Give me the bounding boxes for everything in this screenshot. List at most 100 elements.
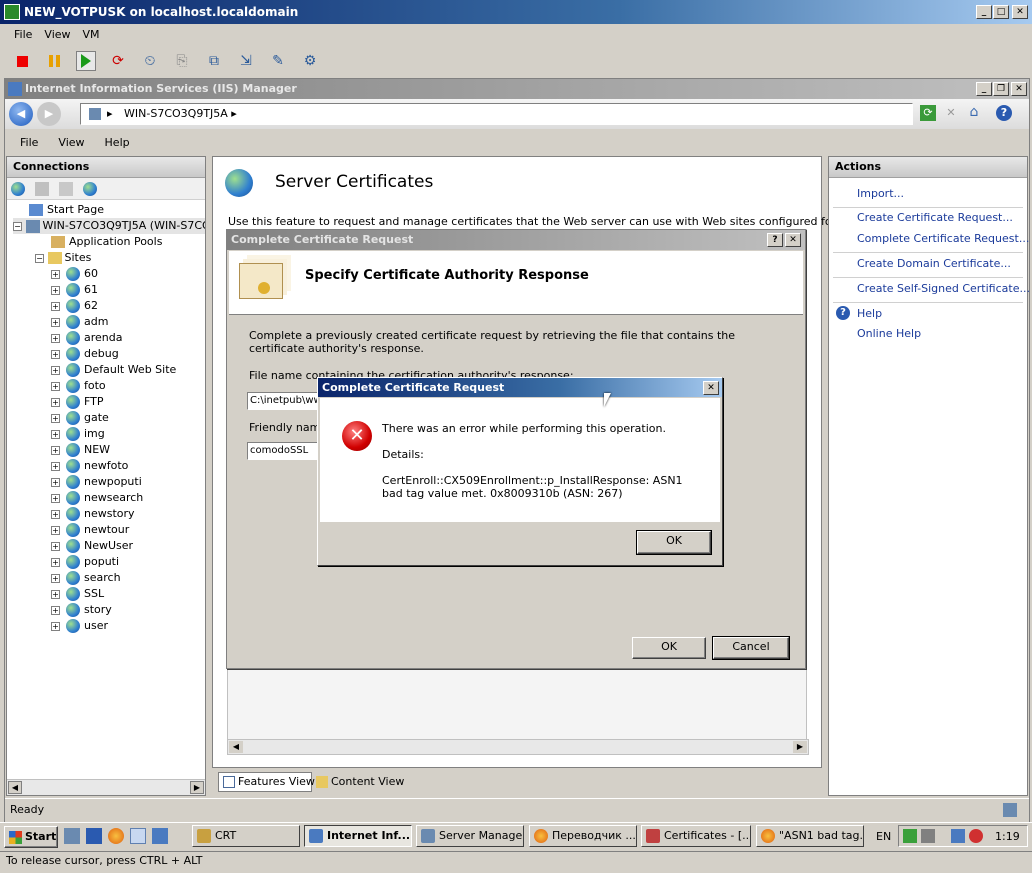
task-iis[interactable]: Internet Inf... [304, 825, 412, 847]
tree-site[interactable]: +60 [51, 266, 98, 282]
tree-site[interactable]: + poputi [51, 554, 119, 570]
refresh-icon[interactable]: ⟳ [920, 105, 936, 121]
action-online-help[interactable]: Online Help [857, 327, 921, 340]
iis-restore-button[interactable]: ❐ [993, 82, 1009, 96]
expand-icon[interactable]: + [51, 413, 60, 423]
tree-site[interactable]: + SSL [51, 586, 104, 602]
connections-hscroll[interactable]: ◀ ▶ [7, 779, 205, 795]
iis-menu-help[interactable]: Help [105, 136, 130, 149]
start-button[interactable]: Start [4, 826, 58, 848]
tree-site[interactable]: +61 [51, 282, 98, 298]
tree-site[interactable]: + newstory [51, 506, 135, 522]
tree-site[interactable]: + NEW [51, 442, 110, 458]
notepad-quick-icon[interactable] [130, 828, 146, 844]
vm-maximize-button[interactable]: □ [993, 5, 1009, 19]
tree-site[interactable]: + img [51, 426, 105, 442]
action-create-request[interactable]: Create Certificate Request... [857, 211, 1013, 224]
tree-site[interactable]: + newsearch [51, 490, 143, 506]
desktop-quick-icon[interactable] [86, 828, 102, 844]
home-icon[interactable]: ⌂ [966, 104, 982, 120]
features-view-tab[interactable]: Features View [218, 772, 315, 792]
reset-icon[interactable]: ⟳ [108, 51, 128, 71]
wizard-close-button[interactable]: ✕ [785, 233, 801, 247]
address-box[interactable]: ▸ WIN-S7CO3Q9TJ5A ▸ [80, 103, 913, 125]
expand-icon[interactable]: + [51, 605, 60, 615]
expand-icon[interactable]: + [51, 301, 60, 311]
tree-site[interactable]: + user [51, 618, 108, 634]
settings-icon[interactable]: ⚙ [300, 51, 320, 71]
action-create-self-signed[interactable]: Create Self-Signed Certificate... [857, 282, 1030, 295]
center-hscroll[interactable]: ◀ ▶ [227, 739, 809, 755]
expand-icon[interactable]: + [51, 317, 60, 327]
action-complete-request[interactable]: Complete Certificate Request... [857, 232, 1029, 245]
tree-app-pools[interactable]: Application Pools [51, 234, 162, 250]
task-server-manager[interactable]: Server Manager [416, 825, 524, 847]
expand-icon[interactable]: + [51, 573, 60, 583]
expand-icon[interactable]: + [51, 397, 60, 407]
error-close-button[interactable]: ✕ [703, 381, 719, 395]
task-crt[interactable]: CRT [192, 825, 300, 847]
expand-icon[interactable]: + [51, 365, 60, 375]
expand-icon[interactable]: + [51, 589, 60, 599]
forward-button[interactable]: ▶ [37, 102, 61, 126]
tree-site[interactable]: + debug [51, 346, 119, 362]
wizard-cancel-button[interactable]: Cancel [712, 636, 790, 660]
help-icon[interactable]: ? [996, 105, 1012, 121]
iis-close-button[interactable]: ✕ [1011, 82, 1027, 96]
snapshot-icon[interactable]: ⏲ [140, 51, 160, 71]
expand-icon[interactable]: + [51, 541, 60, 551]
tree-site[interactable]: + FTP [51, 394, 104, 410]
tree-site[interactable]: + newpoputi [51, 474, 142, 490]
fullscreen-icon[interactable]: ⇲ [236, 51, 256, 71]
content-view-tab[interactable]: Content View [316, 774, 406, 792]
iis-quick-icon[interactable] [152, 828, 168, 844]
task-translator[interactable]: Переводчик ... [529, 825, 637, 847]
expand-icon[interactable]: + [51, 525, 60, 535]
iis-menu-view[interactable]: View [58, 136, 84, 149]
language-indicator[interactable]: EN [876, 830, 891, 843]
tray-network-icon[interactable] [951, 829, 965, 843]
tray-volume-icon[interactable] [969, 829, 983, 843]
action-help[interactable]: Help [857, 307, 882, 320]
up-icon[interactable] [59, 181, 73, 196]
tree-site[interactable]: + newtour [51, 522, 129, 538]
tree-start-page[interactable]: Start Page [29, 202, 104, 218]
tree-site[interactable]: + foto [51, 378, 106, 394]
expand-icon[interactable]: + [51, 477, 60, 487]
task-asn1-search[interactable]: "ASN1 bad tag... [756, 825, 864, 847]
save-icon[interactable] [35, 181, 49, 196]
vm-menu-file[interactable]: File [14, 28, 32, 41]
tree-sites[interactable]: − Sites [35, 250, 91, 266]
tray-vm-icon[interactable] [921, 829, 935, 843]
connect-icon[interactable] [11, 181, 25, 196]
expand-icon[interactable]: + [51, 621, 60, 631]
tree-site[interactable]: + story [51, 602, 112, 618]
vm-menu-view[interactable]: View [44, 28, 70, 41]
quick-switch-icon[interactable]: ✎ [268, 51, 288, 71]
vm-menu-vm[interactable]: VM [83, 28, 100, 41]
stop-icon[interactable] [12, 51, 32, 71]
revert-icon[interactable]: ⎘ [172, 51, 192, 71]
wizard-ok-button[interactable]: OK [632, 637, 706, 659]
server-manager-quick-icon[interactable] [64, 828, 80, 844]
tree-site[interactable]: + newfoto [51, 458, 128, 474]
stop-nav-icon[interactable]: ✕ [943, 105, 959, 121]
expand-icon[interactable]: + [51, 349, 60, 359]
expand-icon[interactable]: + [51, 445, 60, 455]
pause-icon[interactable] [44, 51, 64, 71]
expand-icon[interactable]: + [51, 285, 60, 295]
expand-icon[interactable]: + [51, 269, 60, 279]
wizard-help-button[interactable]: ? [767, 233, 783, 247]
firefox-quick-icon[interactable] [108, 828, 124, 844]
iis-minimize-button[interactable]: _ [976, 82, 992, 96]
play-icon[interactable] [76, 51, 96, 71]
expand-icon[interactable]: + [51, 461, 60, 471]
tree-site[interactable]: + gate [51, 410, 109, 426]
vm-minimize-button[interactable]: _ [976, 5, 992, 19]
tree-site[interactable]: + search [51, 570, 121, 586]
clock[interactable]: 1:19 [995, 830, 1020, 843]
tree-site[interactable]: +62 [51, 298, 98, 314]
expand-icon[interactable]: + [51, 557, 60, 567]
action-import[interactable]: Import... [857, 187, 904, 200]
tree-site[interactable]: + adm [51, 314, 108, 330]
